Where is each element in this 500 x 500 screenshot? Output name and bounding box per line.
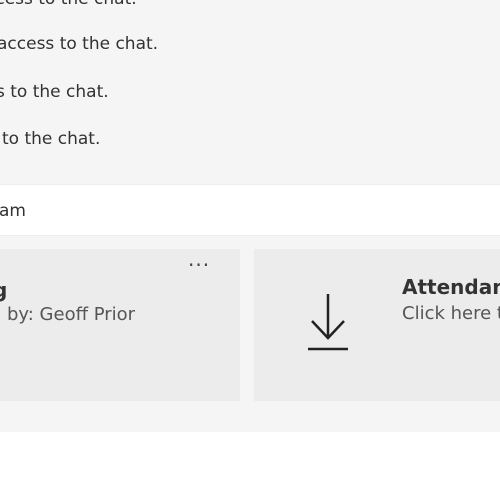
chat-system-message: access to the chat. [0, 34, 159, 54]
chat-system-message: ccess to the chat. [0, 0, 137, 9]
chat-system-message: to the chat. [2, 129, 101, 149]
recording-card[interactable]: g by: Geoff Prior ··· [0, 249, 240, 401]
recording-card-title: g [0, 278, 8, 302]
attendance-card-title: Attendan [402, 275, 500, 299]
bottom-panel [0, 432, 500, 500]
message-input-text[interactable]: am [0, 201, 26, 221]
message-input-bar[interactable]: am [0, 184, 500, 236]
download-icon[interactable] [304, 294, 352, 354]
chat-system-message: s to the chat. [0, 82, 109, 102]
attendance-card-subtitle: Click here t [402, 303, 500, 324]
more-options-button[interactable]: ··· [188, 253, 214, 277]
attendance-card[interactable]: Attendan Click here t [254, 249, 500, 401]
recording-card-subtitle: by: Geoff Prior [7, 304, 136, 325]
